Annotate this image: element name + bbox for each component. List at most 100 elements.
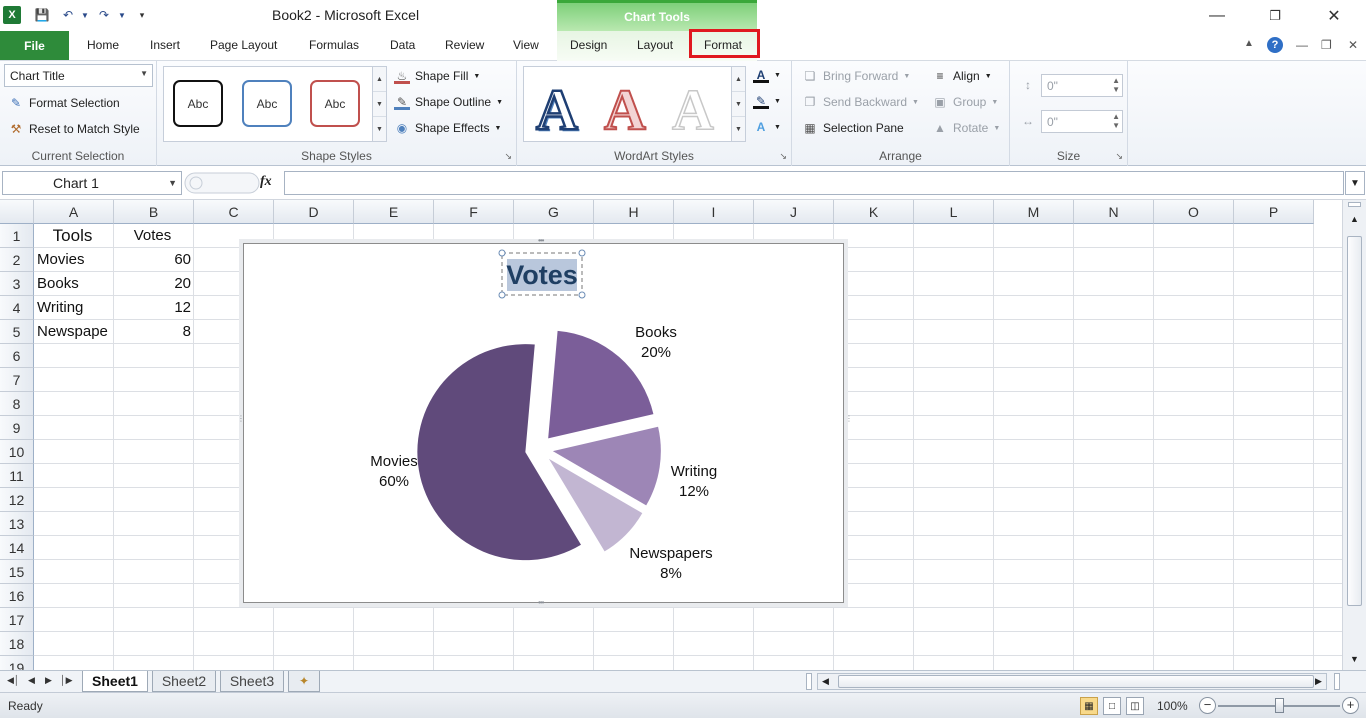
vertical-scroll-thumb[interactable] xyxy=(1347,236,1362,606)
scroll-right-icon[interactable]: ▶ xyxy=(1315,676,1322,687)
cell-b2[interactable]: 60 xyxy=(114,248,194,272)
row-header-2[interactable]: 2 xyxy=(0,248,34,272)
sheet-tab-sheet1[interactable]: Sheet1 xyxy=(82,671,148,692)
redo-dropdown-icon[interactable]: ▼ xyxy=(117,6,127,24)
cell-a4[interactable]: Writing xyxy=(34,296,114,320)
row-header-4[interactable]: 4 xyxy=(0,296,34,320)
cell-b5[interactable]: 8 xyxy=(114,320,194,344)
pie-slice-books[interactable] xyxy=(548,330,654,439)
last-sheet-icon[interactable]: │▶ xyxy=(60,675,73,686)
shape-effects-button[interactable]: ◉ Shape Effects ▼ xyxy=(394,120,502,136)
row-header-6[interactable]: 6 xyxy=(0,344,34,368)
tab-formulas[interactable]: Formulas xyxy=(309,38,359,52)
column-header-m[interactable]: M xyxy=(994,200,1074,224)
format-selection-button[interactable]: ✎ Format Selection xyxy=(8,95,120,111)
tab-split-handle[interactable] xyxy=(806,673,812,690)
send-backward-button[interactable]: ❐ Send Backward ▼ xyxy=(802,94,919,110)
shape-style-preset-3[interactable]: Abc xyxy=(310,80,360,127)
gallery-up-icon[interactable]: ▲ xyxy=(373,67,386,92)
column-header-h[interactable]: H xyxy=(594,200,674,224)
workbook-minimize-icon[interactable]: — xyxy=(1296,38,1308,52)
cell-b1[interactable]: Votes xyxy=(114,224,194,248)
shape-style-preset-2[interactable]: Abc xyxy=(242,80,292,127)
close-icon[interactable]: ✕ xyxy=(1320,6,1348,26)
column-header-b[interactable]: B xyxy=(114,200,194,224)
tab-layout[interactable]: Layout xyxy=(637,38,673,52)
spinner-icon[interactable]: ▲ ▼ xyxy=(1112,76,1120,94)
wordart-preset-blue[interactable]: A xyxy=(535,78,579,141)
row-header-12[interactable]: 12 xyxy=(0,488,34,512)
chart-elements-dropdown[interactable]: Chart Title ▼ xyxy=(4,64,153,87)
wordart-preset-white[interactable]: A xyxy=(671,79,714,141)
cell-a1[interactable]: Tools xyxy=(34,224,114,248)
name-box[interactable]: Chart 1 ▼ xyxy=(2,171,182,195)
sheet-tab-sheet3[interactable]: Sheet3 xyxy=(220,671,284,692)
row-header-5[interactable]: 5 xyxy=(0,320,34,344)
row-header-16[interactable]: 16 xyxy=(0,584,34,608)
tab-design[interactable]: Design xyxy=(570,38,607,52)
title-selection-handle[interactable] xyxy=(578,291,586,299)
next-sheet-icon[interactable]: ▶ xyxy=(45,675,52,686)
column-header-d[interactable]: D xyxy=(274,200,354,224)
resize-handle-left[interactable]: ⋮ xyxy=(237,414,245,423)
column-header-g[interactable]: G xyxy=(514,200,594,224)
zoom-slider-thumb[interactable] xyxy=(1275,698,1284,713)
zoom-out-icon[interactable]: − xyxy=(1199,697,1216,714)
dialog-launcher-icon[interactable]: ↘ xyxy=(779,151,787,162)
zoom-in-icon[interactable]: + xyxy=(1342,697,1359,714)
row-header-15[interactable]: 15 xyxy=(0,560,34,584)
shape-fill-button[interactable]: ♨ Shape Fill ▼ xyxy=(394,68,480,84)
row-header-18[interactable]: 18 xyxy=(0,632,34,656)
text-outline-button[interactable]: ✎ ▼ xyxy=(753,93,781,109)
title-selection-handle[interactable] xyxy=(498,291,506,299)
normal-view-icon[interactable]: ▦ xyxy=(1080,697,1098,715)
column-header-k[interactable]: K xyxy=(834,200,914,224)
text-effects-button[interactable]: A ▼ xyxy=(753,119,781,135)
page-break-preview-icon[interactable]: ◫ xyxy=(1126,697,1144,715)
chart-title-selection[interactable]: Votes xyxy=(498,249,586,299)
rotate-button[interactable]: ▲ Rotate ▼ xyxy=(932,120,1000,136)
dialog-launcher-icon[interactable]: ↘ xyxy=(504,151,512,162)
row-header-11[interactable]: 11 xyxy=(0,464,34,488)
cell-a3[interactable]: Books xyxy=(34,272,114,296)
column-header-a[interactable]: A xyxy=(34,200,114,224)
gallery-more-icon[interactable]: ▼ xyxy=(732,117,745,142)
select-all-corner[interactable] xyxy=(0,200,34,224)
title-selection-handle[interactable] xyxy=(498,249,506,257)
minimize-ribbon-icon[interactable]: ▲ xyxy=(1244,38,1254,49)
row-header-8[interactable]: 8 xyxy=(0,392,34,416)
column-header-p[interactable]: P xyxy=(1234,200,1314,224)
undo-dropdown-icon[interactable]: ▼ xyxy=(80,6,90,24)
tab-insert[interactable]: Insert xyxy=(150,38,180,52)
column-header-e[interactable]: E xyxy=(354,200,434,224)
horizontal-split-handle[interactable] xyxy=(1334,673,1340,690)
text-fill-button[interactable]: A ▼ xyxy=(753,67,781,83)
scroll-split-handle[interactable] xyxy=(1348,202,1361,207)
workbook-restore-icon[interactable]: ❐ xyxy=(1321,38,1332,52)
scroll-down-icon[interactable]: ▼ xyxy=(1350,654,1359,664)
gallery-down-icon[interactable]: ▼ xyxy=(732,92,745,117)
title-selection-handle[interactable] xyxy=(578,249,586,257)
tab-file[interactable]: File xyxy=(0,31,69,60)
wordart-preset-red[interactable]: A xyxy=(603,79,647,141)
data-label-writing[interactable]: Writing 12% xyxy=(671,463,717,500)
row-header-19[interactable]: 19 xyxy=(0,656,34,670)
column-header-c[interactable]: C xyxy=(194,200,274,224)
tab-data[interactable]: Data xyxy=(390,38,415,52)
cell-a5[interactable]: Newspape xyxy=(34,320,114,344)
column-header-j[interactable]: J xyxy=(754,200,834,224)
customize-qat-icon[interactable]: ▾ xyxy=(137,6,147,24)
row-header-10[interactable]: 10 xyxy=(0,440,34,464)
page-layout-view-icon[interactable]: □ xyxy=(1103,697,1121,715)
column-header-l[interactable]: L xyxy=(914,200,994,224)
expand-formula-bar-icon[interactable]: ▼ xyxy=(1345,171,1365,195)
row-header-7[interactable]: 7 xyxy=(0,368,34,392)
tab-home[interactable]: Home xyxy=(87,38,119,52)
formula-input[interactable] xyxy=(284,171,1344,195)
chart-object[interactable]: ••• ••• ⋮ ⋮ Votes Movies 60% Books 20% Writin… xyxy=(237,236,853,607)
insert-sheet-icon[interactable]: ✦ xyxy=(288,671,320,692)
save-icon[interactable]: 💾 xyxy=(34,6,50,24)
scroll-left-icon[interactable]: ◀ xyxy=(822,676,829,687)
row-header-3[interactable]: 3 xyxy=(0,272,34,296)
spinner-icon[interactable]: ▲ ▼ xyxy=(1112,112,1120,130)
